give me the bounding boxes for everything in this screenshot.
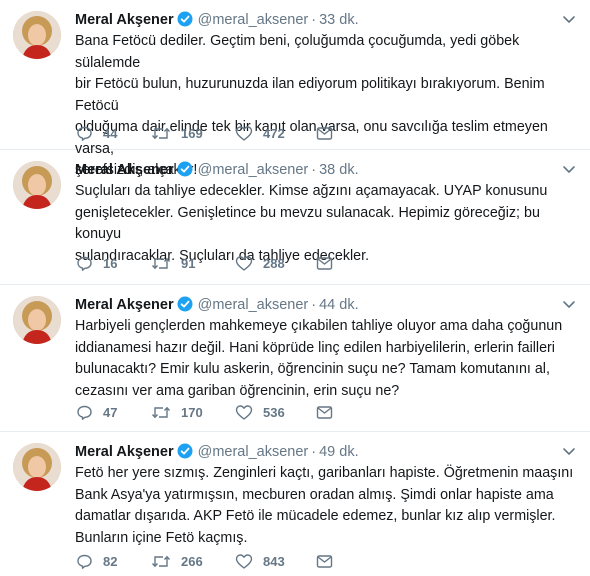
tweet-text: Harbiyeli gençlerden mahkemeye çıkabilen… — [75, 318, 563, 399]
like-count: 288 — [263, 256, 285, 271]
retweet-count: 91 — [181, 256, 196, 271]
author-name[interactable]: Meral Akşener — [75, 162, 174, 178]
heart-icon — [235, 126, 253, 141]
tweet-text: Fetö her yere sızmış. Zenginleri kaçtı, … — [75, 465, 574, 546]
retweet-icon — [151, 256, 171, 271]
like-button[interactable]: 288 — [235, 254, 285, 274]
retweet-button[interactable]: 91 — [151, 254, 195, 274]
reply-icon — [76, 405, 93, 420]
author-name[interactable]: Meral Akşener — [75, 12, 174, 28]
chevron-down-icon[interactable] — [562, 9, 576, 31]
author-handle[interactable]: @meral_aksener — [198, 12, 309, 28]
reply-count: 47 — [103, 405, 118, 420]
retweet-button[interactable]: 169 — [151, 124, 203, 144]
reply-count: 16 — [103, 256, 118, 271]
like-button[interactable]: 843 — [235, 552, 285, 572]
reply-count: 44 — [103, 126, 118, 141]
reply-icon — [76, 126, 93, 141]
tweet-header: Meral Akşener @meral_aksener · 38 dk. — [75, 159, 576, 181]
chevron-down-icon[interactable] — [562, 159, 576, 181]
retweet-count: 169 — [181, 126, 203, 141]
author-handle[interactable]: @meral_aksener — [198, 297, 309, 313]
reply-button[interactable]: 82 — [76, 552, 117, 572]
reply-button[interactable]: 44 — [76, 124, 117, 144]
retweet-icon — [151, 554, 171, 569]
tweet-header: Meral Akşener @meral_aksener · 44 dk. — [75, 294, 576, 316]
heart-icon — [235, 554, 253, 569]
avatar[interactable] — [13, 296, 61, 344]
direct-message-button[interactable] — [316, 403, 333, 423]
tweet-actions: 16 91 288 — [76, 254, 496, 274]
retweet-count: 170 — [181, 405, 203, 420]
author-handle[interactable]: @meral_aksener — [198, 444, 309, 460]
tweet-timestamp[interactable]: 44 dk. — [319, 297, 359, 313]
avatar[interactable] — [13, 161, 61, 209]
separator-dot: · — [311, 297, 317, 313]
author-handle[interactable]: @meral_aksener — [198, 162, 309, 178]
chevron-down-icon[interactable] — [562, 294, 576, 316]
envelope-icon — [316, 554, 333, 569]
tweet-timestamp[interactable]: 33 dk. — [319, 12, 359, 28]
reply-button[interactable]: 47 — [76, 403, 117, 423]
like-button[interactable]: 472 — [235, 124, 285, 144]
like-count: 472 — [263, 126, 285, 141]
reply-count: 82 — [103, 554, 118, 569]
tweet-actions: 44 169 472 — [76, 124, 496, 144]
reply-icon — [76, 554, 93, 569]
direct-message-button[interactable] — [316, 552, 333, 572]
retweet-icon — [151, 126, 171, 141]
author-name[interactable]: Meral Akşener — [75, 297, 174, 313]
envelope-icon — [316, 126, 333, 141]
like-count: 843 — [263, 554, 285, 569]
like-button[interactable]: 536 — [235, 403, 285, 423]
reply-icon — [76, 256, 93, 271]
avatar[interactable] — [13, 11, 61, 59]
tweet[interactable]: Meral Akşener @meral_aksener · 49 dk. Fetö … — [0, 432, 590, 576]
heart-icon — [235, 405, 253, 420]
separator-dot: · — [311, 162, 317, 178]
heart-icon — [235, 256, 253, 271]
direct-message-button[interactable] — [316, 124, 333, 144]
avatar[interactable] — [13, 443, 61, 491]
tweet-timestamp[interactable]: 38 dk. — [319, 162, 359, 178]
tweet-actions: 82 266 843 — [76, 552, 496, 572]
retweet-button[interactable]: 170 — [151, 403, 203, 423]
envelope-icon — [316, 256, 333, 271]
retweet-button[interactable]: 266 — [151, 552, 203, 572]
chevron-down-icon[interactable] — [562, 441, 576, 463]
envelope-icon — [316, 405, 333, 420]
retweet-count: 266 — [181, 554, 203, 569]
separator-dot: · — [311, 444, 317, 460]
author-name[interactable]: Meral Akşener — [75, 444, 174, 460]
tweet-header: Meral Akşener @meral_aksener · 49 dk. — [75, 441, 576, 463]
tweet[interactable]: Meral Akşener @meral_aksener · 33 dk. Bana … — [0, 0, 590, 178]
tweet[interactable]: Meral Akşener @meral_aksener · 44 dk. Harbi… — [0, 285, 590, 432]
tweet-header: Meral Akşener @meral_aksener · 33 dk. — [75, 9, 576, 31]
direct-message-button[interactable] — [316, 254, 333, 274]
tweet-timeline: Meral Akşener @meral_aksener · 33 dk. Bana … — [0, 0, 590, 576]
retweet-icon — [151, 405, 171, 420]
separator-dot: · — [311, 12, 317, 28]
tweet-actions: 47 170 536 — [76, 403, 496, 423]
tweet-timestamp[interactable]: 49 dk. — [319, 444, 359, 460]
reply-button[interactable]: 16 — [76, 254, 117, 274]
tweet[interactable]: Meral Akşener @meral_aksener · 38 dk. Suçlu… — [0, 150, 590, 285]
like-count: 536 — [263, 405, 285, 420]
